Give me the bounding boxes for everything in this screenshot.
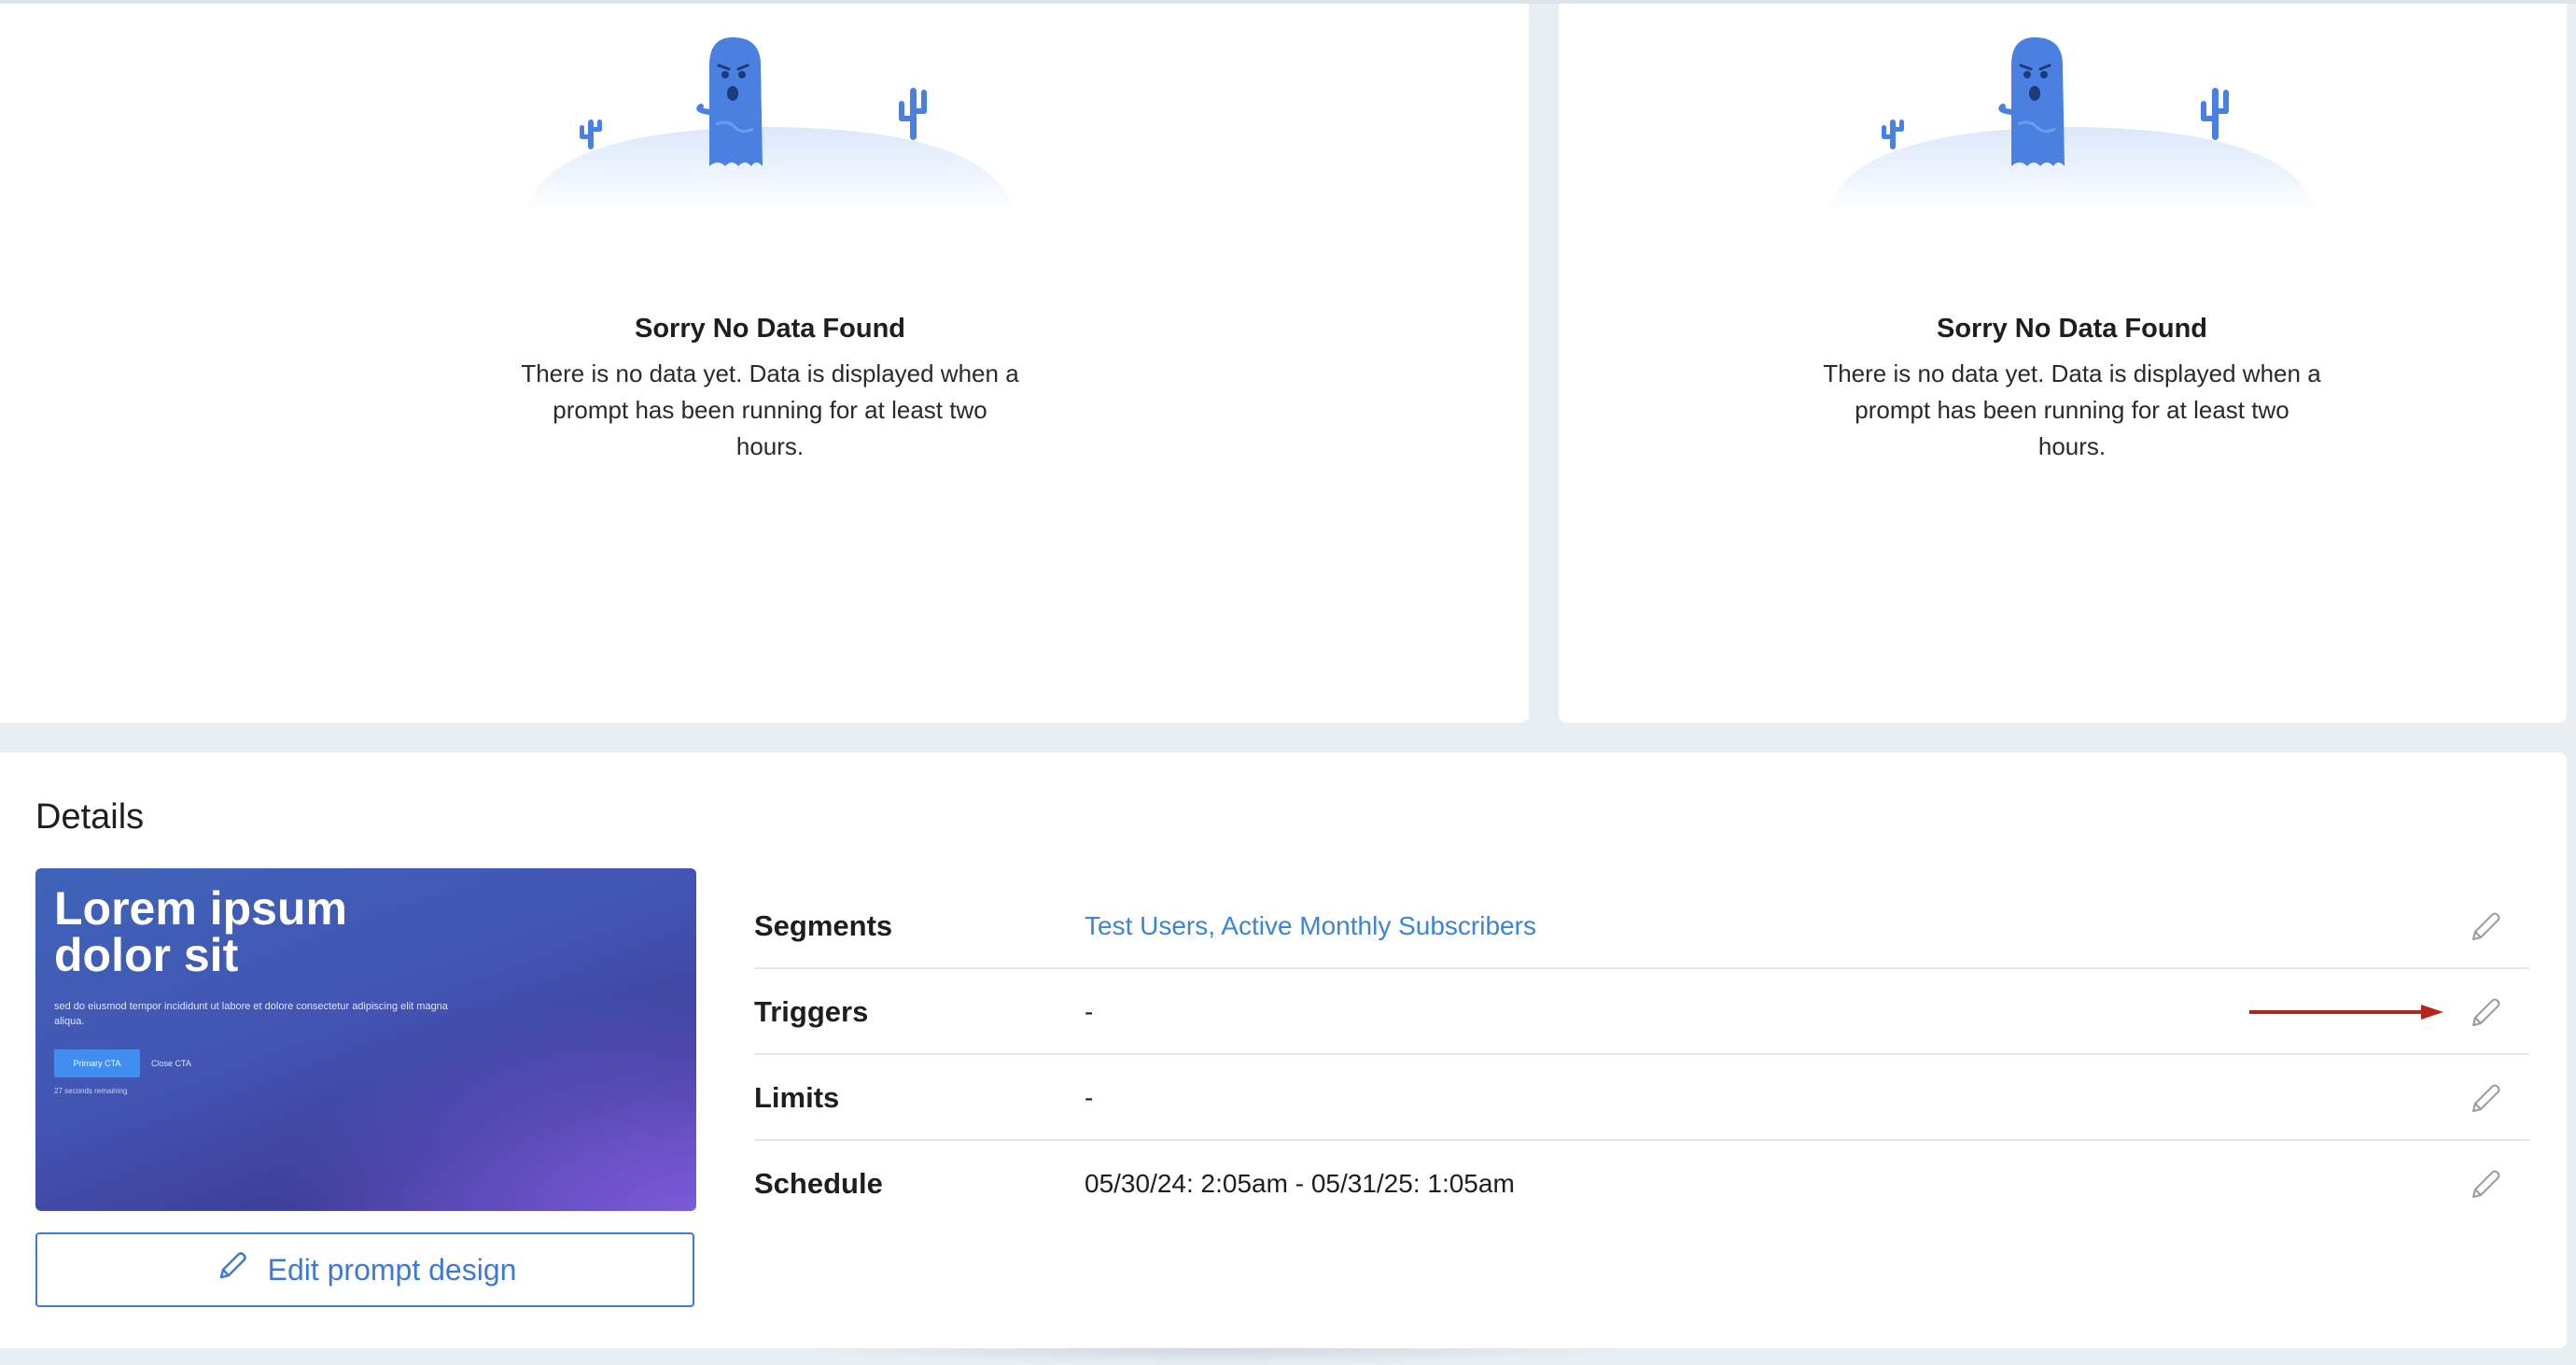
- details-title: Details: [35, 797, 145, 837]
- detail-label: Limits: [754, 1081, 840, 1114]
- chart-card-left: Sorry No Data Found There is no data yet…: [0, 4, 1529, 723]
- preview-title: Lorem ipsum dolor sit: [54, 882, 347, 981]
- empty-state: Sorry No Data Found There is no data yet…: [1811, 26, 2333, 465]
- preview-primary-cta: Primary CTA: [54, 1049, 140, 1077]
- empty-state-text: There is no data yet. Data is displayed …: [521, 359, 1019, 460]
- preview-close-cta: Close CTA: [151, 1059, 191, 1068]
- pencil-icon: [214, 1247, 251, 1292]
- edit-segments-button[interactable]: [2468, 908, 2505, 945]
- pencil-icon: [2472, 1084, 2500, 1112]
- empty-state-title: Sorry No Data Found: [634, 314, 905, 344]
- detail-value: -: [1085, 1083, 1094, 1112]
- detail-row-segments: Segments Test Users, Active Monthly Subs…: [754, 883, 2529, 969]
- detail-row-schedule: Schedule 05/30/24: 2:05am - 05/31/25: 1:…: [754, 1141, 2529, 1227]
- bottom-shadow: [793, 1348, 1633, 1365]
- edit-triggers-button[interactable]: [2468, 993, 2505, 1031]
- arrow-annotation: [2249, 1005, 2443, 1020]
- detail-value: -: [1085, 997, 1094, 1026]
- prompt-preview: Lorem ipsum dolor sit sed do eiusmod tem…: [35, 868, 696, 1211]
- detail-row-limits: Limits -: [754, 1055, 2529, 1141]
- pencil-icon: [2472, 998, 2500, 1026]
- edit-limits-button[interactable]: [2468, 1079, 2505, 1117]
- details-card: Details Lorem ipsum dolor sit sed do eiu…: [0, 753, 2567, 1348]
- empty-state-text: There is no data yet. Data is displayed …: [1823, 359, 2321, 460]
- ghost-illustration: [1820, 26, 2324, 222]
- cactus-icon: [1882, 120, 1904, 149]
- empty-state-title: Sorry No Data Found: [1936, 314, 2207, 344]
- preview-timer: 27 seconds remaining: [54, 1087, 128, 1095]
- detail-label: Schedule: [754, 1167, 883, 1200]
- ghost-illustration: [518, 26, 1022, 222]
- chart-card-right: Sorry No Data Found There is no data yet…: [1559, 4, 2567, 723]
- detail-label: Segments: [754, 909, 893, 942]
- cactus-icon: [580, 120, 602, 149]
- detail-row-triggers: Triggers -: [754, 969, 2529, 1055]
- details-table: Segments Test Users, Active Monthly Subs…: [754, 883, 2529, 1227]
- edit-schedule-button[interactable]: [2468, 1165, 2505, 1203]
- segments-link[interactable]: Test Users, Active Monthly Subscribers: [1085, 883, 1536, 969]
- edit-prompt-design-button[interactable]: Edit prompt design: [35, 1232, 694, 1307]
- preview-body: sed do eiusmod tempor incididunt ut labo…: [54, 1001, 448, 1027]
- detail-value: 05/30/24: 2:05am - 05/31/25: 1:05am: [1085, 1169, 1515, 1198]
- empty-state: Sorry No Data Found There is no data yet…: [509, 26, 1031, 465]
- pencil-icon: [2472, 1170, 2500, 1198]
- pencil-icon: [2472, 912, 2500, 940]
- edit-prompt-design-label: Edit prompt design: [267, 1252, 517, 1287]
- detail-label: Triggers: [754, 995, 869, 1028]
